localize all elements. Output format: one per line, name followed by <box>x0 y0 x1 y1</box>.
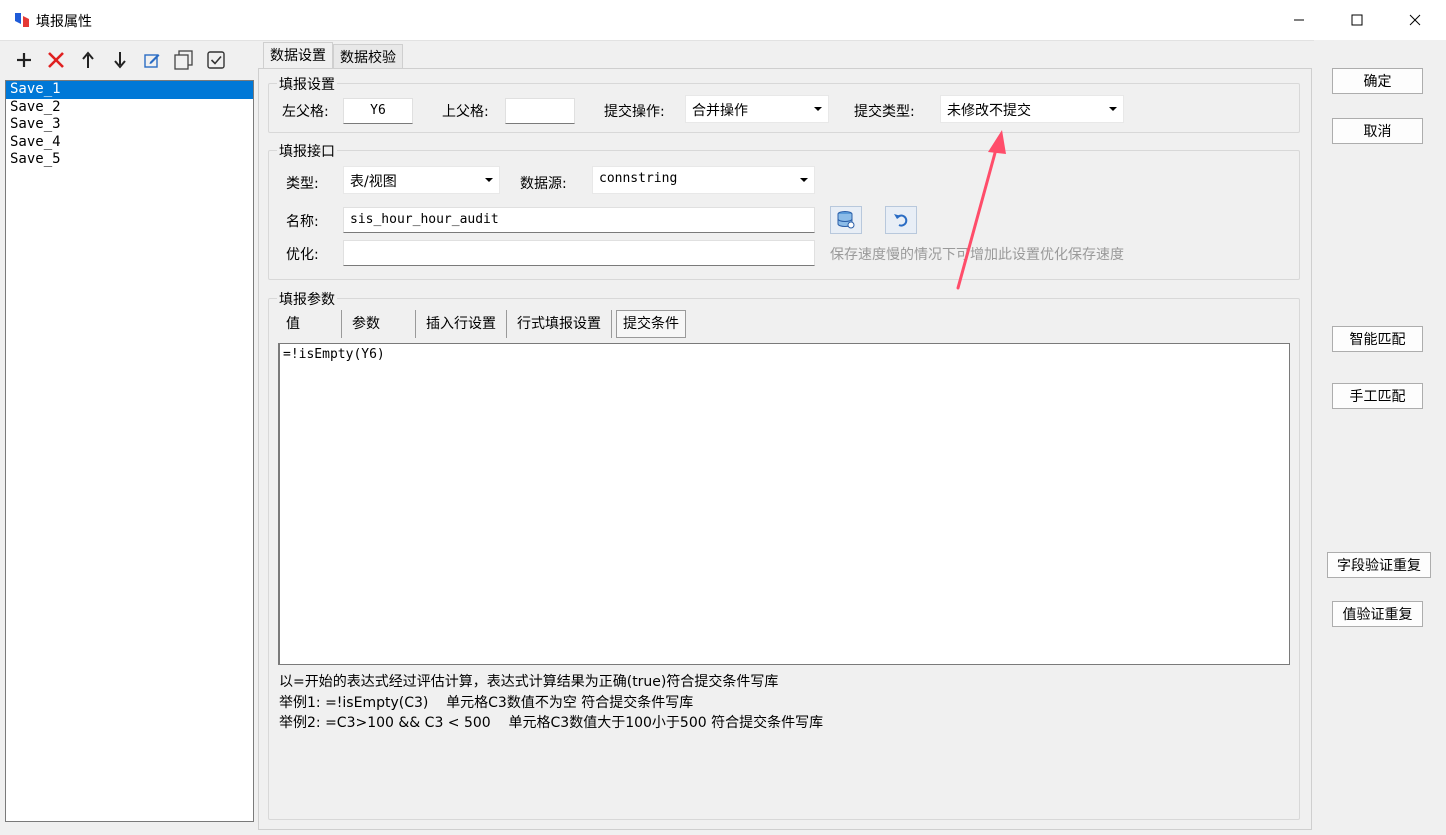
title-bar: 填报属性 <box>0 0 1446 40</box>
manual-match-button[interactable]: 手工匹配 <box>1332 383 1423 409</box>
edit-button[interactable] <box>136 48 168 72</box>
validate-button[interactable] <box>200 48 232 72</box>
copy-icon <box>174 50 193 70</box>
chevron-down-icon <box>485 178 493 182</box>
help-text-line: 举例1: =!isEmpty(C3) 单元格C3数值不为空 符合提交条件写库 <box>279 695 694 711</box>
datasource-select[interactable]: connstring <box>592 166 815 194</box>
cancel-button[interactable]: 取消 <box>1332 118 1423 144</box>
list-item[interactable]: Save_4 <box>6 134 253 152</box>
annotation-arrow-icon <box>956 130 1006 290</box>
ok-button[interactable]: 确定 <box>1332 68 1423 94</box>
datasource-value: connstring <box>599 171 678 186</box>
app-logo-icon <box>15 13 29 27</box>
subtab-row-fill[interactable]: 行式填报设置 <box>507 310 612 338</box>
arrow-up-icon <box>82 51 94 68</box>
subtab-insert-row[interactable]: 插入行设置 <box>416 310 507 338</box>
minimize-icon <box>1294 19 1304 21</box>
undo-icon <box>894 214 908 227</box>
type-label: 类型: <box>286 176 319 192</box>
list-item[interactable]: Save_5 <box>6 151 253 169</box>
left-parent-input[interactable]: Y6 <box>343 98 413 124</box>
arrow-down-icon <box>114 52 126 69</box>
submit-type-value: 未修改不提交 <box>947 103 1031 119</box>
move-up-button[interactable] <box>72 48 104 72</box>
datasource-label: 数据源: <box>520 176 567 192</box>
list-item[interactable]: Save_3 <box>6 116 253 134</box>
submit-op-value: 合并操作 <box>692 103 748 119</box>
type-value: 表/视图 <box>350 174 397 190</box>
subtab-submit-condition[interactable]: 提交条件 <box>616 310 686 338</box>
minimize-button[interactable] <box>1270 0 1328 40</box>
window-title: 填报属性 <box>36 14 92 30</box>
maximize-button[interactable] <box>1328 0 1386 40</box>
left-parent-label: 左父格: <box>282 104 329 120</box>
field-dup-check-button[interactable]: 字段验证重复 <box>1327 552 1431 578</box>
check-icon <box>207 51 225 69</box>
chevron-down-icon <box>814 107 822 111</box>
param-subtabs: 值 参数 插入行设置 行式填报设置 提交条件 <box>276 310 686 338</box>
type-select[interactable]: 表/视图 <box>343 166 500 194</box>
right-button-panel <box>1314 40 1446 835</box>
name-input[interactable]: sis_hour_hour_audit <box>343 207 815 233</box>
group-title: 填报接口 <box>277 141 337 161</box>
save-list[interactable]: Save_1 Save_2 Save_3 Save_4 Save_5 <box>5 80 254 822</box>
submit-op-select[interactable]: 合并操作 <box>685 95 829 123</box>
help-text-line: 以=开始的表达式经过评估计算，表达式计算结果为正确(true)符合提交条件写库 <box>279 674 779 690</box>
submit-op-label: 提交操作: <box>604 104 665 120</box>
subtab-params[interactable]: 参数 <box>342 310 416 338</box>
chevron-down-icon <box>800 178 808 182</box>
help-text-line: 举例2: =C3>100 && C3 < 500 单元格C3数值大于100小于5… <box>279 715 824 731</box>
database-icon <box>837 211 855 229</box>
delete-button[interactable] <box>40 48 72 72</box>
value-dup-check-button[interactable]: 值验证重复 <box>1332 601 1423 627</box>
add-button[interactable] <box>8 48 40 72</box>
optimize-input[interactable] <box>343 240 815 266</box>
copy-button[interactable] <box>168 48 200 72</box>
list-item[interactable]: Save_1 <box>6 81 253 99</box>
name-label: 名称: <box>286 214 319 230</box>
optimize-label: 优化: <box>286 247 319 263</box>
submit-type-label: 提交类型: <box>854 104 915 120</box>
top-parent-input[interactable] <box>505 98 575 124</box>
top-parent-label: 上父格: <box>442 104 489 120</box>
close-button[interactable] <box>1386 0 1444 40</box>
list-item[interactable]: Save_2 <box>6 99 253 117</box>
move-down-button[interactable] <box>104 48 136 72</box>
submit-type-select[interactable]: 未修改不提交 <box>940 95 1124 123</box>
edit-icon <box>144 54 160 68</box>
chevron-down-icon <box>1109 107 1117 111</box>
maximize-icon <box>1351 14 1363 26</box>
database-browse-button[interactable] <box>830 206 862 234</box>
group-title: 填报设置 <box>277 74 337 94</box>
smart-match-button[interactable]: 智能匹配 <box>1332 326 1423 352</box>
expression-editor[interactable]: =!isEmpty(Y6) <box>278 343 1290 665</box>
plus-icon <box>17 53 31 67</box>
left-toolbar <box>8 48 232 72</box>
tab-data-validation[interactable]: 数据校验 <box>333 44 403 68</box>
subtab-value[interactable]: 值 <box>276 310 342 338</box>
delete-x-icon <box>48 52 64 68</box>
group-title: 填报参数 <box>277 289 337 309</box>
tab-data-settings[interactable]: 数据设置 <box>263 42 333 68</box>
close-icon <box>1409 14 1421 26</box>
main-tabs: 数据设置 数据校验 <box>263 42 403 68</box>
refresh-button[interactable] <box>885 206 917 234</box>
